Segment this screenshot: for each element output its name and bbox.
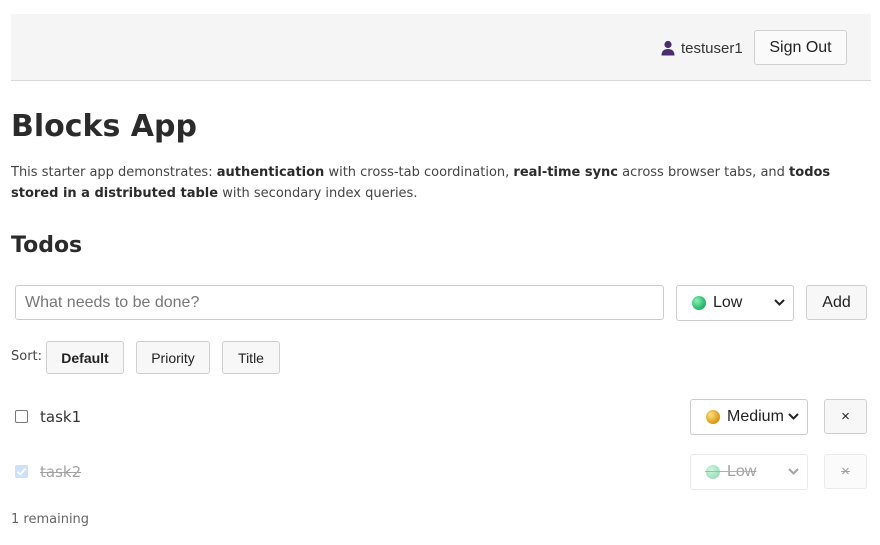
todo-priority-select[interactable]: Low (690, 454, 808, 490)
delete-todo-button[interactable]: × (824, 454, 867, 489)
todo-priority-value: Medium (727, 408, 784, 425)
description-text-4: with secondary index queries. (218, 186, 418, 201)
todo-title: task1 (40, 408, 82, 426)
low-priority-dot-icon (692, 296, 706, 310)
user-info: testuser1 (661, 38, 743, 58)
sign-out-button[interactable]: Sign Out (754, 30, 847, 65)
description-bold-realtime-sync: real-time sync (513, 165, 619, 180)
sort-default-button[interactable]: Default (46, 341, 124, 374)
app-page: testuser1 Sign Out Blocks App This start… (0, 0, 880, 545)
section-title-todos: Todos (11, 233, 83, 258)
person-icon (661, 40, 675, 56)
username: testuser1 (681, 39, 743, 57)
delete-todo-button[interactable]: × (824, 399, 867, 434)
remaining-count: 1 remaining (11, 512, 90, 527)
sort-title-button[interactable]: Title (222, 341, 280, 374)
new-todo-priority-select[interactable]: Low (676, 285, 794, 321)
sort-label: Sort: (11, 349, 43, 364)
todo-priority-value: Low (727, 463, 757, 480)
sort-priority-button[interactable]: Priority (136, 341, 210, 374)
page-title: Blocks App (11, 109, 197, 144)
chevron-down-icon (788, 413, 799, 420)
strikethrough-line (705, 471, 751, 472)
description-bold-authentication: authentication (216, 165, 325, 180)
todo-title: task2 (40, 463, 82, 481)
app-description: This starter app demonstrates: authentic… (11, 162, 873, 204)
medium-priority-dot-icon (706, 410, 720, 424)
description-text-2: with cross-tab coordination, (324, 165, 514, 180)
new-todo-priority-value: Low (713, 294, 743, 311)
description-text-3: across browser tabs, and (618, 165, 790, 180)
low-priority-dot-icon (706, 465, 720, 479)
chevron-down-icon (774, 299, 785, 306)
description-text-1: This starter app demonstrates: (11, 165, 217, 180)
todo-priority-select[interactable]: Medium (690, 399, 808, 435)
chevron-down-icon (788, 468, 799, 475)
top-bar: testuser1 Sign Out (11, 14, 871, 81)
todo-checkbox-checked[interactable] (15, 465, 28, 478)
add-todo-button[interactable]: Add (806, 285, 867, 320)
checkmark-icon (16, 467, 27, 476)
new-todo-input[interactable] (15, 285, 664, 320)
todo-checkbox[interactable] (15, 410, 28, 423)
